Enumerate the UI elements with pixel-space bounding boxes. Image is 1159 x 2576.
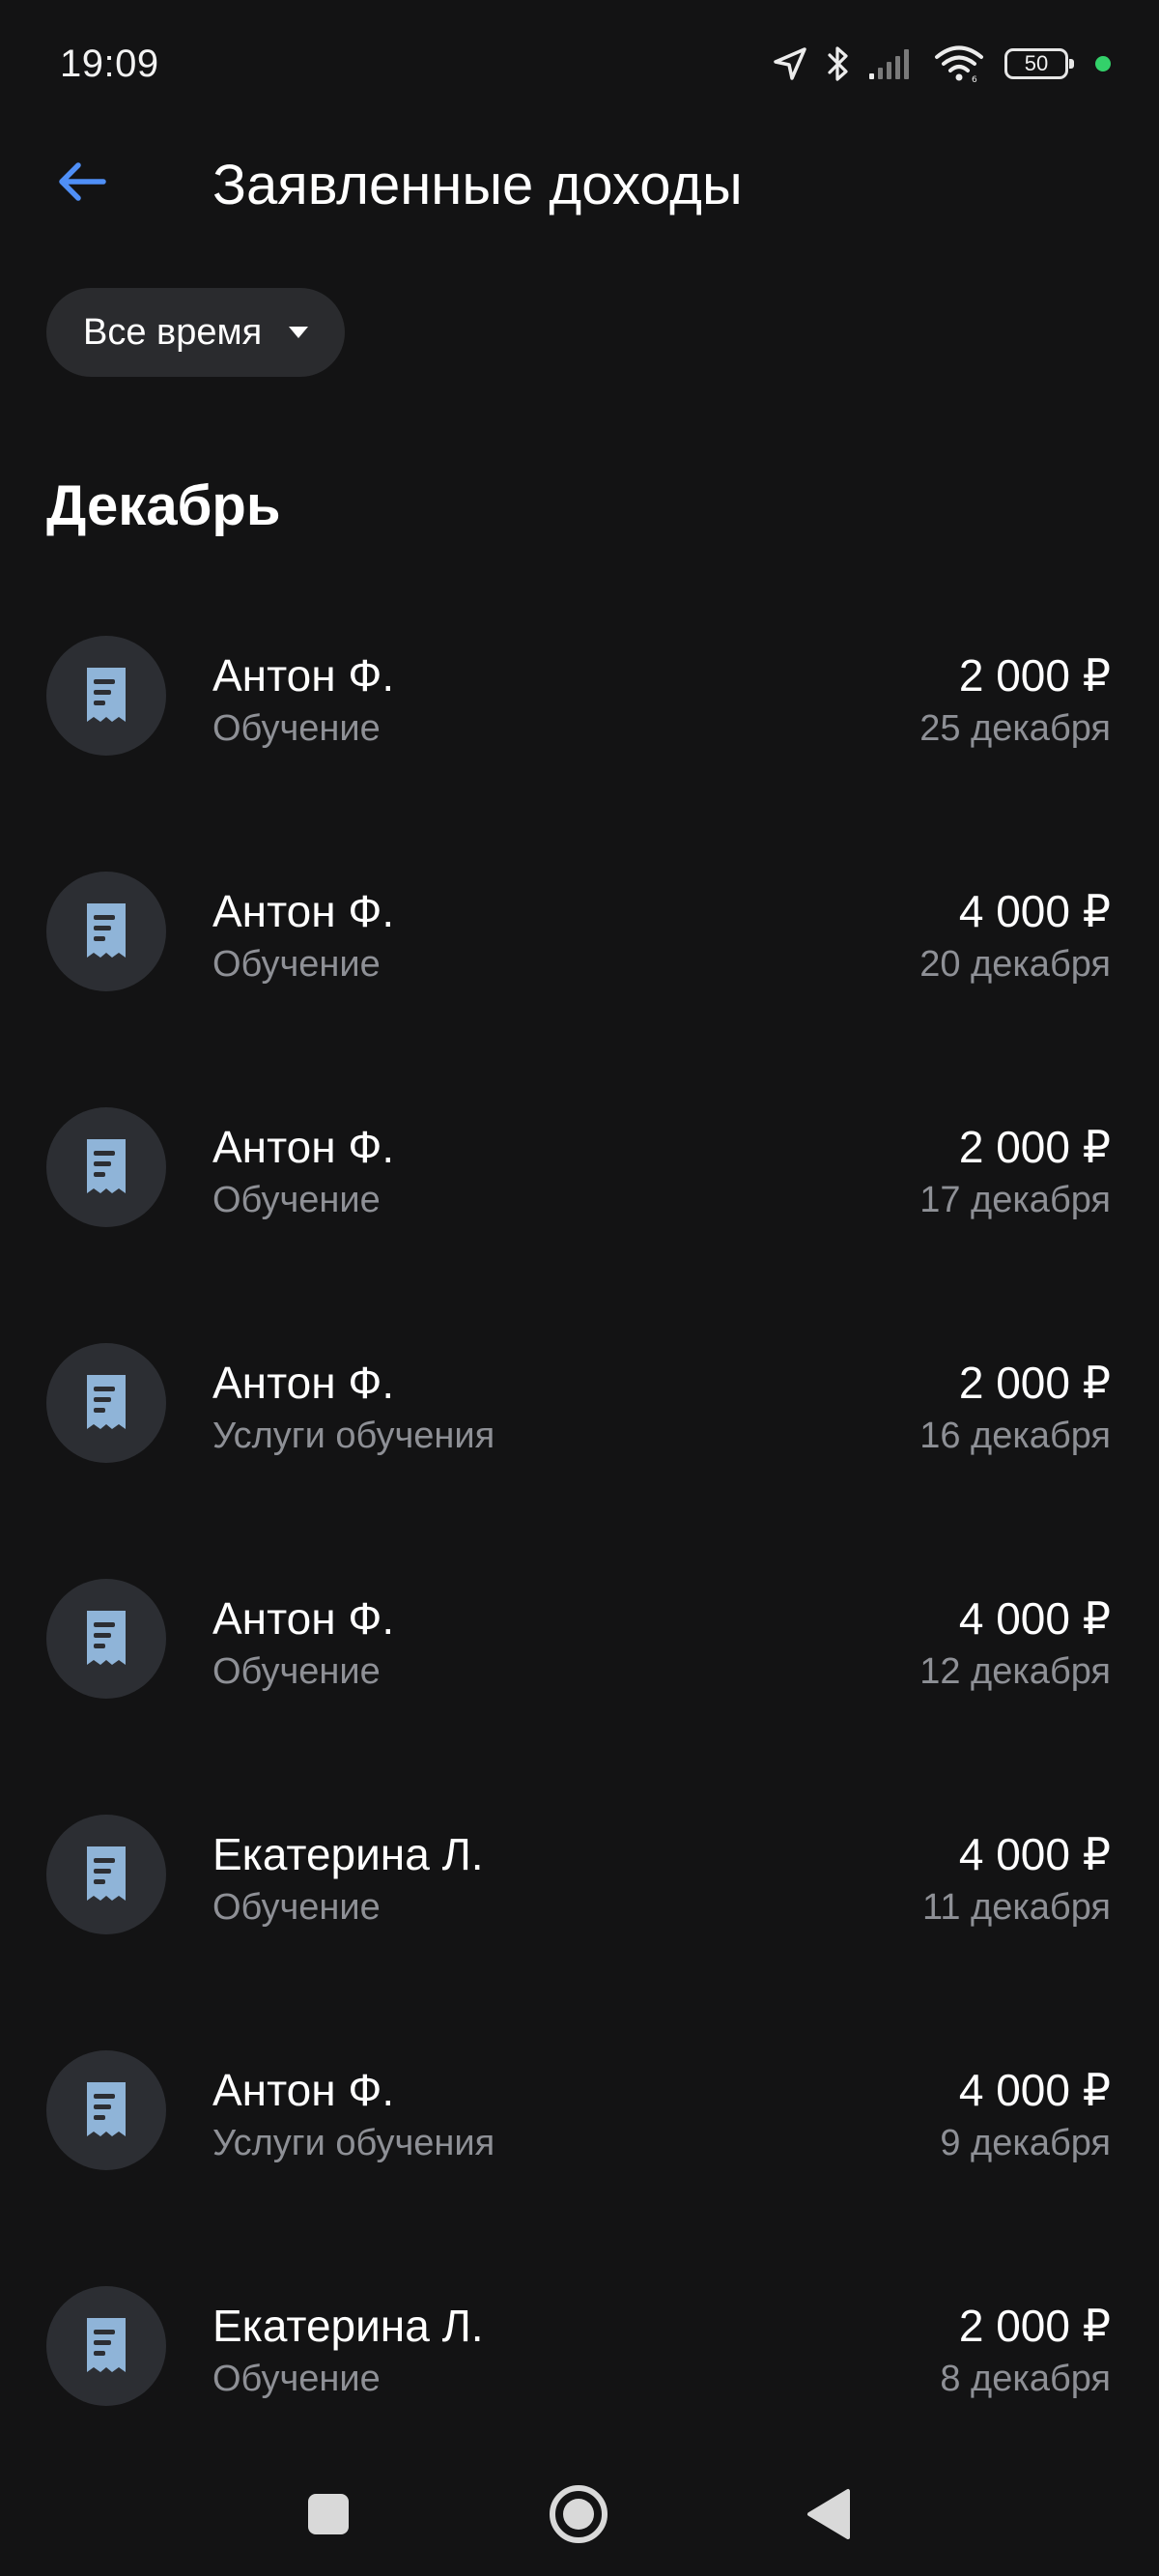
- income-category: Обучение: [212, 1180, 381, 1220]
- receipt-icon: [46, 1343, 166, 1463]
- payer-name: Антон Ф.: [212, 1122, 395, 1172]
- income-category: Услуги обучения: [212, 2123, 495, 2163]
- income-amount: 2 000 ₽: [958, 650, 1111, 701]
- active-dot-icon: [1095, 56, 1111, 72]
- battery-level: 50: [1024, 51, 1049, 75]
- income-item[interactable]: Антон Ф. Услуги обучения 2 000 ₽ 16 дека…: [0, 1287, 1159, 1480]
- income-category: Обучение: [212, 2359, 381, 2399]
- svg-text:6: 6: [972, 75, 977, 83]
- status-time: 19:09: [60, 43, 159, 85]
- signal-icon: [867, 46, 918, 81]
- income-amount: 4 000 ₽: [958, 886, 1111, 936]
- recent-apps-icon: [306, 2492, 351, 2541]
- payer-name: Екатерина Л.: [212, 1829, 484, 1879]
- wifi-icon: 6: [933, 44, 985, 83]
- payer-name: Антон Ф.: [212, 1593, 395, 1644]
- income-amount: 2 000 ₽: [958, 1358, 1111, 1408]
- income-date: 16 декабря: [919, 1416, 1111, 1456]
- receipt-icon: [46, 1815, 166, 1934]
- income-amount: 4 000 ₽: [958, 2065, 1111, 2115]
- receipt-icon: [46, 872, 166, 991]
- income-amount: 4 000 ₽: [958, 1593, 1111, 1644]
- income-amount: 4 000 ₽: [958, 1829, 1111, 1879]
- income-category: Услуги обучения: [212, 1416, 495, 1456]
- month-section-title: Декабрь: [46, 474, 281, 537]
- period-filter-dropdown[interactable]: Все время: [46, 288, 346, 377]
- payer-name: Антон Ф.: [212, 886, 395, 936]
- bluetooth-icon: [825, 43, 852, 84]
- income-item[interactable]: Антон Ф. Обучение 4 000 ₽ 20 декабря: [0, 816, 1159, 1009]
- income-category: Обучение: [212, 1651, 381, 1692]
- header: Заявленные доходы: [0, 135, 1159, 232]
- receipt-icon: [46, 1107, 166, 1227]
- income-category: Обучение: [212, 1887, 381, 1928]
- home-button[interactable]: [540, 2477, 617, 2555]
- income-item[interactable]: Антон Ф. Обучение 2 000 ₽ 17 декабря: [0, 1051, 1159, 1245]
- back-triangle-icon: [806, 2488, 852, 2545]
- payer-name: Екатерина Л.: [212, 2301, 484, 2351]
- system-back-button[interactable]: [790, 2477, 867, 2555]
- income-date: 12 декабря: [919, 1651, 1111, 1692]
- income-date: 11 декабря: [922, 1887, 1111, 1928]
- battery-icon: 50: [1004, 48, 1074, 79]
- payer-name: Антон Ф.: [212, 2065, 395, 2115]
- income-item[interactable]: Екатерина Л. Обучение 2 000 ₽ 8 декабря: [0, 2230, 1159, 2423]
- income-date: 17 декабря: [919, 1180, 1111, 1220]
- recent-apps-button[interactable]: [290, 2477, 367, 2555]
- income-category: Обучение: [212, 708, 381, 749]
- income-item[interactable]: Антон Ф. Обучение 2 000 ₽ 25 декабря: [0, 580, 1159, 773]
- arrow-left-icon: [55, 158, 109, 210]
- status-icons: 6 50: [771, 39, 1111, 89]
- income-date: 9 декабря: [940, 2123, 1111, 2163]
- income-category: Обучение: [212, 944, 381, 985]
- page-title: Заявленные доходы: [212, 154, 743, 216]
- receipt-icon: [46, 2286, 166, 2406]
- home-icon: [548, 2483, 609, 2550]
- payer-name: Антон Ф.: [212, 1358, 395, 1408]
- system-nav-bar: [0, 2450, 1159, 2576]
- period-filter-label: Все время: [83, 311, 263, 353]
- status-bar: 19:09 6 50: [0, 0, 1159, 126]
- income-date: 20 декабря: [919, 944, 1111, 985]
- income-amount: 2 000 ₽: [958, 2301, 1111, 2351]
- income-item[interactable]: Екатерина Л. Обучение 4 000 ₽ 11 декабря: [0, 1759, 1159, 1952]
- location-arrow-icon: [771, 44, 809, 83]
- receipt-icon: [46, 1579, 166, 1699]
- income-date: 8 декабря: [940, 2359, 1111, 2399]
- back-button[interactable]: [48, 155, 116, 213]
- income-date: 25 декабря: [919, 708, 1111, 749]
- income-amount: 2 000 ₽: [958, 1122, 1111, 1172]
- income-item[interactable]: Антон Ф. Услуги обучения 4 000 ₽ 9 декаб…: [0, 1994, 1159, 2188]
- caret-down-icon: [287, 325, 310, 340]
- payer-name: Антон Ф.: [212, 650, 395, 701]
- receipt-icon: [46, 636, 166, 756]
- receipt-icon: [46, 2050, 166, 2170]
- income-item[interactable]: Антон Ф. Обучение 4 000 ₽ 12 декабря: [0, 1523, 1159, 1716]
